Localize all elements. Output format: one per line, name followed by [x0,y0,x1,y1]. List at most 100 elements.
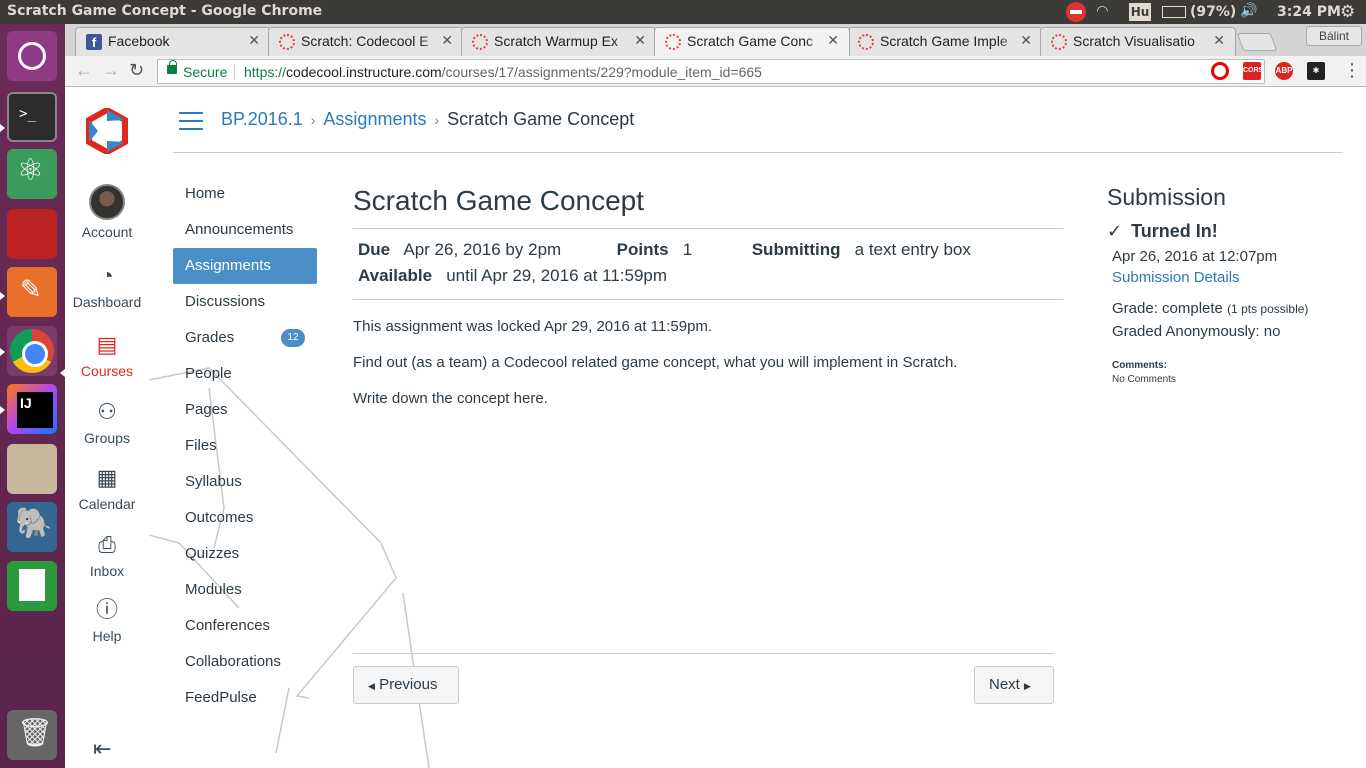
course-nav-outcomes[interactable]: Outcomes [173,500,317,536]
dashboard-icon: ◔ [100,263,114,288]
address-bar[interactable]: Secure https://codecool.instructure.com/… [157,59,1265,84]
intellij-icon[interactable] [7,384,57,434]
url-host: codecool.instructure.com [286,64,442,80]
nav-inbox[interactable]: ⎙ Inbox [65,531,149,579]
forward-arrow-icon[interactable]: → [102,60,120,81]
canvas-favicon-icon [279,34,295,50]
running-indicator [0,348,5,356]
file-manager-icon[interactable] [7,444,57,494]
nav-courses-label: Courses [80,363,134,379]
pgadmin-icon[interactable] [7,502,57,552]
close-icon[interactable]: ✕ [441,32,453,49]
tab-scratch-visualisation[interactable]: Scratch Visualisatio ✕ [1040,27,1236,56]
canvas-logo[interactable] [84,108,130,154]
nav-dashboard[interactable]: ◔ Dashboard [65,262,149,310]
running-indicator [0,406,5,414]
close-icon[interactable]: ✕ [827,32,839,49]
nav-help[interactable]: ⓘ Help [65,596,149,644]
tab-scratch-game-concept[interactable]: Scratch Game Conc ✕ [654,27,850,56]
breadcrumb: BP.2016.1 › Assignments › Scratch Game Conce… [221,109,634,130]
new-tab-button[interactable] [1236,33,1278,51]
trash-icon[interactable] [7,710,57,760]
avatar [89,184,125,220]
course-nav-people[interactable]: People [173,356,317,392]
window-title: Scratch Game Concept - Google Chrome [7,3,323,19]
tab-scratch-codecool[interactable]: Scratch: Codecool E ✕ [268,27,464,56]
breadcrumb-assignments[interactable]: Assignments [323,109,426,129]
cors-extension-icon[interactable]: CORS [1243,62,1263,80]
canvas-favicon-icon [858,34,874,50]
course-nav-modules[interactable]: Modules [173,572,317,608]
graded-anonymously: Graded Anonymously: no [1112,323,1281,340]
url-text[interactable]: https://codecool.instructure.com/courses… [244,64,762,80]
no-entry-icon[interactable] [1066,2,1086,22]
battery-icon[interactable] [1162,6,1186,18]
assignment-instruction: Write down the concept here. [353,390,548,407]
atom-editor-icon[interactable] [7,149,57,199]
nav-groups[interactable]: ⚇ Groups [65,398,149,446]
volume-icon[interactable]: 🔊 [1240,3,1257,19]
spreadsheet-icon[interactable] [7,561,57,611]
course-nav-announcements[interactable]: Announcements [173,212,317,248]
power-gear-icon[interactable]: ⚙ [1340,2,1355,22]
course-nav-grades[interactable]: Grades 12 [173,320,317,356]
wifi-icon[interactable]: ◠ [1097,3,1108,19]
submitting-label: Submitting [751,240,841,259]
grade-possible: (1 pts possible) [1227,302,1309,316]
hamburger-menu-icon[interactable] [179,112,203,130]
adblock-extension-icon[interactable]: ABP [1275,62,1293,80]
postman-icon[interactable] [7,267,57,317]
lock-icon [167,60,177,74]
course-nav-home[interactable]: Home [173,176,317,212]
tab-facebook[interactable]: f Facebook ✕ [75,27,271,56]
course-nav-collaborations[interactable]: Collaborations [173,644,317,680]
close-icon[interactable]: ✕ [1020,32,1032,49]
menu-kebab-icon[interactable]: ⋮ [1343,60,1361,81]
course-nav-syllabus[interactable]: Syllabus [173,464,317,500]
keyboard-layout-indicator[interactable]: Hu [1129,3,1151,21]
battery-percent[interactable]: (97%) [1190,4,1236,20]
clock[interactable]: 3:24 PM [1277,4,1341,20]
next-button[interactable]: Next ▶ [974,666,1054,704]
assignment-description: Find out (as a team) a Codecool related … [353,354,958,371]
points-value: 1 [682,240,693,259]
tab-label: Scratch Game Imple [880,33,1008,49]
opera-extension-icon[interactable] [1211,62,1229,80]
course-nav-pages[interactable]: Pages [173,392,317,428]
nav-dashboard-label: Dashboard [72,294,142,310]
caret-right-icon: ▶ [1024,681,1031,691]
url-scheme: https:// [244,64,287,80]
back-arrow-icon[interactable]: ← [75,60,93,81]
close-icon[interactable]: ✕ [634,32,646,49]
app-launcher-icon[interactable] [7,209,57,259]
available-value: until Apr 29, 2016 at 11:59pm [446,266,668,285]
course-nav-quizzes[interactable]: Quizzes [173,536,317,572]
nav-calendar[interactable]: ▦ Calendar [65,464,149,512]
terminal-icon[interactable] [7,92,57,142]
inbox-icon: ⎙ [98,532,116,557]
ubuntu-dash-icon[interactable] [7,31,57,81]
reload-icon[interactable]: ↻ [129,60,144,81]
collapse-nav-icon[interactable]: ⇤ [93,736,111,762]
previous-button[interactable]: ◀ Previous [353,666,459,704]
breadcrumb-course[interactable]: BP.2016.1 [221,109,303,129]
submission-details-link[interactable]: Submission Details [1107,269,1357,286]
course-nav-conferences[interactable]: Conferences [173,608,317,644]
tab-label: Scratch Game Conc [687,33,814,49]
comments-label: Comments: [1112,360,1168,371]
course-nav-discussions[interactable]: Discussions [173,284,317,320]
extension-icon[interactable]: ✱ [1307,62,1325,80]
tab-scratch-warmup[interactable]: Scratch Warmup Ex ✕ [461,27,657,56]
nav-help-label: Help [92,628,122,644]
chrome-icon[interactable] [7,326,57,376]
course-nav-grades-label: Grades [185,329,235,346]
nav-courses[interactable]: ▤ Courses [65,321,149,387]
nav-account[interactable]: Account [65,184,149,240]
course-nav-feedpulse[interactable]: FeedPulse [173,680,317,716]
tab-scratch-game-implementation[interactable]: Scratch Game Imple ✕ [847,27,1043,56]
course-nav-assignments[interactable]: Assignments [173,248,317,284]
profile-button[interactable]: Bálint [1306,26,1362,46]
close-icon[interactable]: ✕ [248,32,260,49]
close-icon[interactable]: ✕ [1213,32,1225,49]
course-nav-files[interactable]: Files [173,428,317,464]
